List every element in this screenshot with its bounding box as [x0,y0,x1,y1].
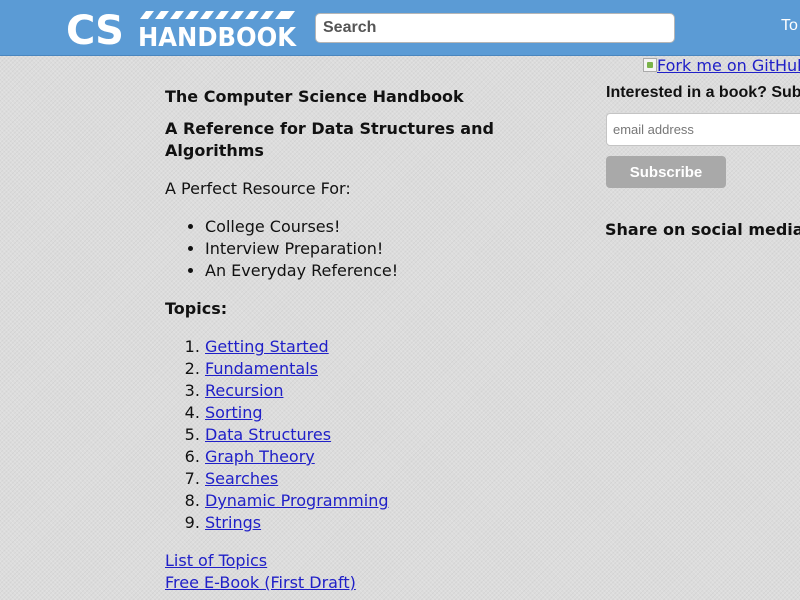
topic-item: Dynamic Programming [205,490,585,512]
list-of-topics-link[interactable]: List of Topics [165,550,585,572]
topic-link-graph-theory[interactable]: Graph Theory [205,447,315,466]
top-navigation-bar: CS HANDBOOK To [0,0,800,56]
topic-item: Graph Theory [205,446,585,468]
broken-image-icon [643,58,657,72]
audience-list: College Courses! Interview Preparation! … [165,216,585,282]
resource-intro: A Perfect Resource For: [165,179,351,198]
topic-item: Data Structures [205,424,585,446]
topic-item: Fundamentals [205,358,585,380]
fork-me-on-github-link[interactable]: Fork me on GitHub [643,56,800,75]
audience-item: College Courses! [205,216,585,238]
newsletter-heading: Interested in a book? Subscribe [606,84,800,101]
page-title: The Computer Science Handbook [165,87,464,106]
search-input[interactable] [315,13,675,43]
audience-item: An Everyday Reference! [205,260,585,282]
fork-banner-alt-text: Fork me on GitHub [657,56,800,75]
topic-link-data-structures[interactable]: Data Structures [205,425,331,444]
logo-cs-text: CS [66,9,123,49]
topic-item: Strings [205,512,585,534]
topic-item: Searches [205,468,585,490]
topic-link-getting-started[interactable]: Getting Started [205,337,329,356]
nav-link-truncated[interactable]: To [781,17,798,35]
logo-handbook-text: HANDBOOK [138,23,297,49]
subscribe-button[interactable]: Subscribe [606,156,726,188]
site-logo[interactable]: CS HANDBOOK [66,9,298,49]
topic-link-sorting[interactable]: Sorting [205,403,263,422]
sidebar: Fork me on GitHub Interested in a book? … [605,56,800,256]
topic-link-dynamic-programming[interactable]: Dynamic Programming [205,491,388,510]
email-field[interactable] [606,113,800,146]
page-subtitle: A Reference for Data Structures and Algo… [165,119,494,160]
topic-link-fundamentals[interactable]: Fundamentals [205,359,318,378]
audience-item: Interview Preparation! [205,238,585,260]
topics-heading: Topics: [165,299,228,318]
topic-item: Sorting [205,402,585,424]
share-heading: Share on social media! [605,220,800,239]
topic-link-strings[interactable]: Strings [205,513,261,532]
topics-list: Getting Started Fundamentals Recursion S… [165,336,585,534]
logo-stripes [140,11,295,19]
topic-item: Getting Started [205,336,585,358]
footer-links: List of Topics Free E-Book (First Draft) [165,550,585,594]
topic-link-searches[interactable]: Searches [205,469,278,488]
free-ebook-link[interactable]: Free E-Book (First Draft) [165,572,585,594]
topic-link-recursion[interactable]: Recursion [205,381,283,400]
topic-item: Recursion [205,380,585,402]
main-content: The Computer Science Handbook A Referenc… [165,86,585,594]
